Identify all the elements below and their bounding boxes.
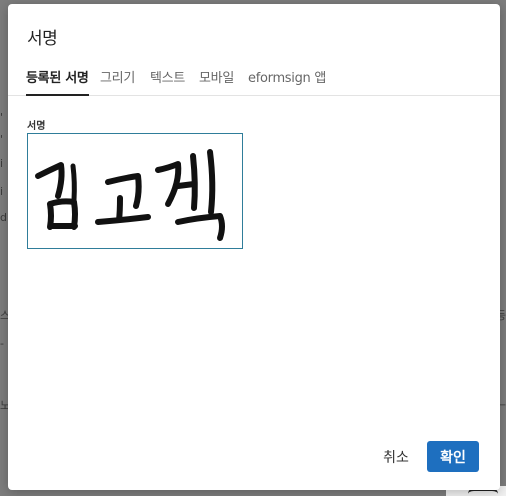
background-text: i — [0, 185, 4, 198]
cancel-button[interactable]: 취소 — [373, 442, 419, 472]
background-text: ' — [0, 133, 4, 146]
tab-draw[interactable]: 그리기 — [100, 67, 135, 96]
tab-text[interactable]: 텍스트 — [150, 67, 185, 96]
signature-tabs: 등록된 서명 그리기 텍스트 모바일 eformsign 앱 — [8, 62, 500, 96]
signature-dialog: 서명 등록된 서명 그리기 텍스트 모바일 eformsign 앱 서명 취소 … — [8, 4, 500, 490]
dialog-title: 서명 — [27, 29, 58, 49]
handwritten-signature — [35, 149, 225, 241]
background-text: i — [0, 157, 4, 170]
signature-image[interactable] — [27, 133, 243, 249]
tab-mobile[interactable]: 모바일 — [199, 67, 234, 96]
confirm-button[interactable]: 확인 — [427, 441, 479, 472]
signature-field-label: 서명 — [27, 121, 46, 132]
background-text: d — [0, 211, 7, 224]
background-text: ' — [0, 111, 4, 124]
background-text: - — [0, 337, 4, 350]
tab-eformsign-app[interactable]: eformsign 앱 — [248, 67, 326, 96]
tab-registered-signature[interactable]: 등록된 서명 — [26, 67, 89, 96]
